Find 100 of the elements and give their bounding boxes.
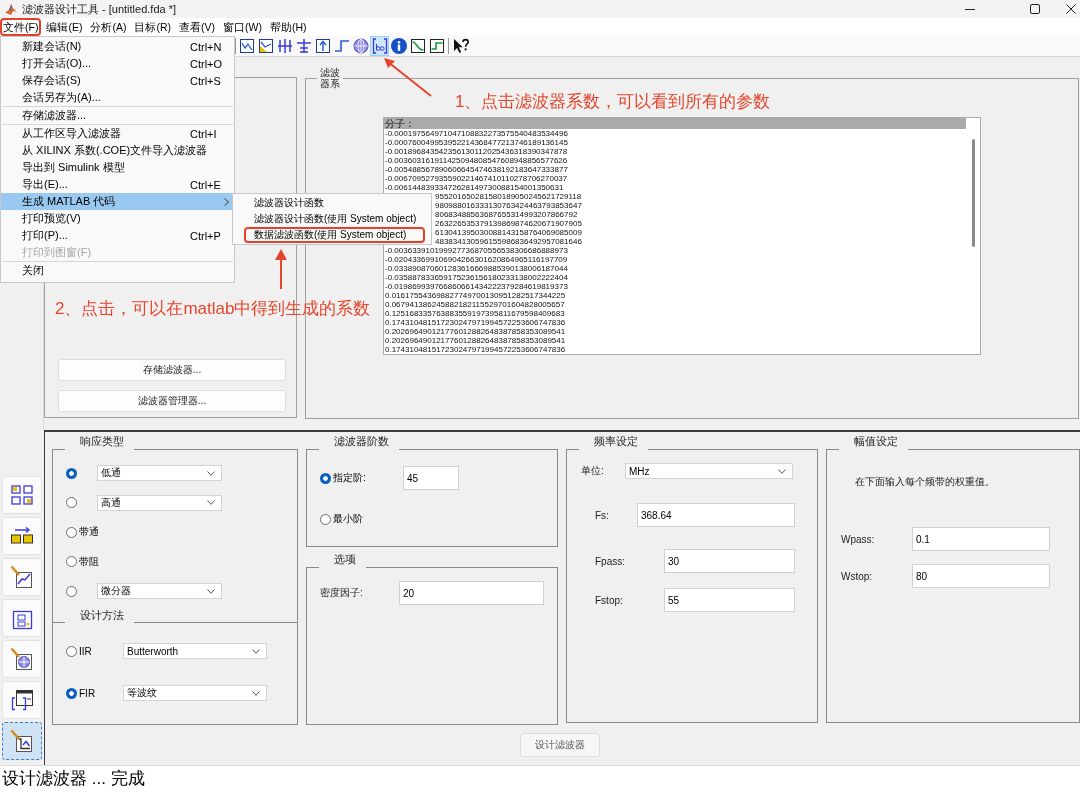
list-item[interactable]: 263226535379139869874620671907905 — [434, 219, 966, 228]
pencil-globe-icon — [10, 647, 34, 671]
list-item[interactable]: -0.003603161911425094808547608948856577626 — [384, 156, 966, 165]
toolbar-button[interactable] — [275, 36, 294, 56]
menu-item[interactable]: 从 XILINX 系数(.COE)文件导入滤波器 — [1, 142, 234, 159]
list-item[interactable]: 0.067941386245882182115529701604828005657 — [384, 300, 966, 309]
input-field[interactable]: 80 — [912, 564, 1050, 588]
menu-item[interactable]: 查看(V) — [176, 18, 218, 36]
list-item[interactable]: -0.000760049953952214368477213746189136145 — [384, 138, 966, 147]
input-field[interactable]: 368.64 — [637, 503, 795, 527]
radio-label: 指定阶: — [333, 471, 367, 485]
list-item[interactable]: -0.001896843542356130112025436318390347878 — [384, 147, 966, 156]
annotation-text: 1、点击滤波器系数，可以看到所有的参数 — [455, 92, 771, 112]
grid-blocks-icon — [10, 483, 34, 507]
filter-manager-button[interactable]: 滤波器管理器... — [58, 390, 286, 412]
menu-item[interactable]: 滤波器设计函数 — [244, 195, 425, 211]
list-item[interactable]: -0.020433699106904266301620864965116197709 — [384, 255, 966, 264]
list-item[interactable]: -0.000197564971047108832273575540483534496 — [384, 129, 966, 138]
toolbar-button[interactable] — [389, 36, 408, 56]
list-item[interactable]: 483834130596155986836492957081646 — [434, 237, 966, 246]
input-field[interactable]: 30 — [664, 549, 795, 573]
menu-item[interactable]: 数据滤波函数(使用 System object) — [244, 227, 425, 243]
menu-item[interactable]: 帮助(H) — [266, 18, 310, 36]
radio-button[interactable] — [66, 687, 77, 699]
menu-item[interactable]: 打开会话(O)... Ctrl+O — [1, 55, 234, 72]
radio-button[interactable] — [320, 472, 331, 484]
status-text: 设计滤波器 ... 完成 — [2, 769, 145, 789]
menu-item[interactable]: 打印(P)... Ctrl+P — [1, 227, 234, 244]
menu-item[interactable]: 分析(A) — [87, 18, 130, 36]
minimize-icon[interactable] — [965, 8, 975, 10]
menu-item[interactable]: 从工作区导入滤波器 Ctrl+I — [1, 125, 234, 142]
dropdown[interactable]: 微分器 — [97, 583, 222, 599]
caret-down-icon — [207, 500, 215, 505]
menu-item[interactable]: 存储滤波器... — [1, 107, 234, 124]
toolbar-button[interactable] — [256, 36, 275, 56]
toolbar-button[interactable] — [294, 36, 313, 56]
input-field[interactable]: 0.1 — [912, 527, 1050, 551]
radio-label: 最小阶 — [333, 512, 364, 526]
radio-button[interactable] — [66, 467, 77, 479]
list-item[interactable]: 0.174310481517230247971994572253606747836 — [384, 318, 966, 327]
side-toolbar-button[interactable] — [2, 722, 42, 760]
menu-item[interactable]: 编辑(E) — [43, 18, 86, 36]
menu-item[interactable]: 生成 MATLAB 代码 — [1, 193, 234, 210]
menu-item[interactable]: 关闭 — [1, 262, 234, 279]
help-cursor-icon — [452, 38, 469, 54]
menu-item[interactable]: 导出(E)... Ctrl+E — [1, 176, 234, 193]
dropdown[interactable]: MHz — [625, 463, 793, 479]
toolbar-button[interactable] — [427, 36, 446, 56]
menu-item[interactable]: 目标(R) — [131, 18, 174, 36]
input-field[interactable]: 45 — [403, 466, 459, 490]
dropdown[interactable]: 低通 — [97, 465, 222, 481]
menu-item[interactable]: 窗口(W) — [220, 18, 265, 36]
dropdown[interactable]: 等波纹 — [123, 685, 267, 701]
input-field[interactable]: 20 — [399, 581, 544, 605]
list-item[interactable]: 0.016175543698827749700130951282517344225 — [384, 291, 966, 300]
list-item[interactable]: 980988016333130763424463793853647 — [434, 201, 966, 210]
design-filter-button[interactable]: 设计滤波器 — [520, 733, 600, 757]
toolbar-button[interactable] — [313, 36, 332, 56]
maximize-icon[interactable] — [1030, 4, 1040, 14]
menu-item[interactable]: 新建会话(N) Ctrl+N — [1, 38, 234, 55]
list-item[interactable]: 0.202696490121776012882648387858353089541 — [384, 336, 966, 345]
step-line-icon — [333, 38, 350, 54]
caret-down-icon — [778, 468, 786, 474]
list-item[interactable]: -0.019869939766860661434222379284619819373 — [384, 282, 966, 291]
menu-item[interactable]: 滤波器设计函数(使用 System object) — [244, 211, 425, 227]
radio-button[interactable] — [66, 645, 77, 657]
scrollbar-thumb[interactable] — [972, 139, 975, 247]
menu-item[interactable]: 会话另存为(A)... — [1, 89, 234, 106]
toolbar-button[interactable] — [370, 36, 389, 56]
list-item[interactable]: -0.035887833659175236156180233138002222404 — [384, 273, 966, 282]
toolbar-button[interactable] — [237, 36, 256, 56]
toolbar-button[interactable] — [451, 36, 470, 56]
group-title: 选项 — [333, 553, 357, 567]
toolbar-button[interactable] — [408, 36, 427, 56]
save-filter-button[interactable]: 存储滤波器... — [58, 359, 286, 381]
stem-plot-icon — [276, 38, 293, 54]
list-item[interactable]: 0.125168335763883559197395811679598409683 — [384, 309, 966, 318]
radio-button[interactable] — [320, 513, 331, 525]
list-item[interactable]: 955201650281580189050245621729118 — [434, 192, 966, 201]
list-item[interactable]: -0.00614483933472628149730088154001350631 — [384, 183, 966, 192]
list-item[interactable]: 分子： — [384, 118, 966, 129]
menu-item[interactable]: 打印预览(V) — [1, 210, 234, 227]
list-item[interactable]: 0.174310481517230247971994572253606747836 — [384, 345, 966, 354]
list-item[interactable]: 80683488563687655314993207866792 — [434, 210, 966, 219]
list-item[interactable]: -0.005488567890606645474638192183647333877 — [384, 165, 966, 174]
radio-button[interactable] — [66, 585, 77, 597]
list-item[interactable]: -0.033890870601283616669885390138006187044 — [384, 264, 966, 273]
list-item[interactable]: 0.202696490121776012882648387858353089541 — [384, 327, 966, 336]
input-field[interactable]: 55 — [664, 588, 795, 612]
dropdown[interactable]: 高通 — [97, 494, 222, 511]
dropdown[interactable]: Butterworth — [123, 643, 267, 659]
radio-button[interactable] — [66, 526, 77, 538]
radio-button[interactable] — [66, 497, 77, 508]
radio-button[interactable] — [66, 556, 77, 567]
close-icon[interactable] — [1066, 4, 1076, 14]
list-item[interactable]: -0.006709527935590221467410110278706270037 — [384, 174, 966, 183]
list-item[interactable]: 613041395030088143158764069085009 — [434, 228, 966, 237]
menu-item[interactable]: 保存会话(S) Ctrl+S — [1, 72, 234, 89]
list-item[interactable]: -0.003633910199927736870556538306686888973 — [384, 246, 966, 255]
menu-item[interactable]: 导出到 Simulink 模型 — [1, 159, 234, 176]
